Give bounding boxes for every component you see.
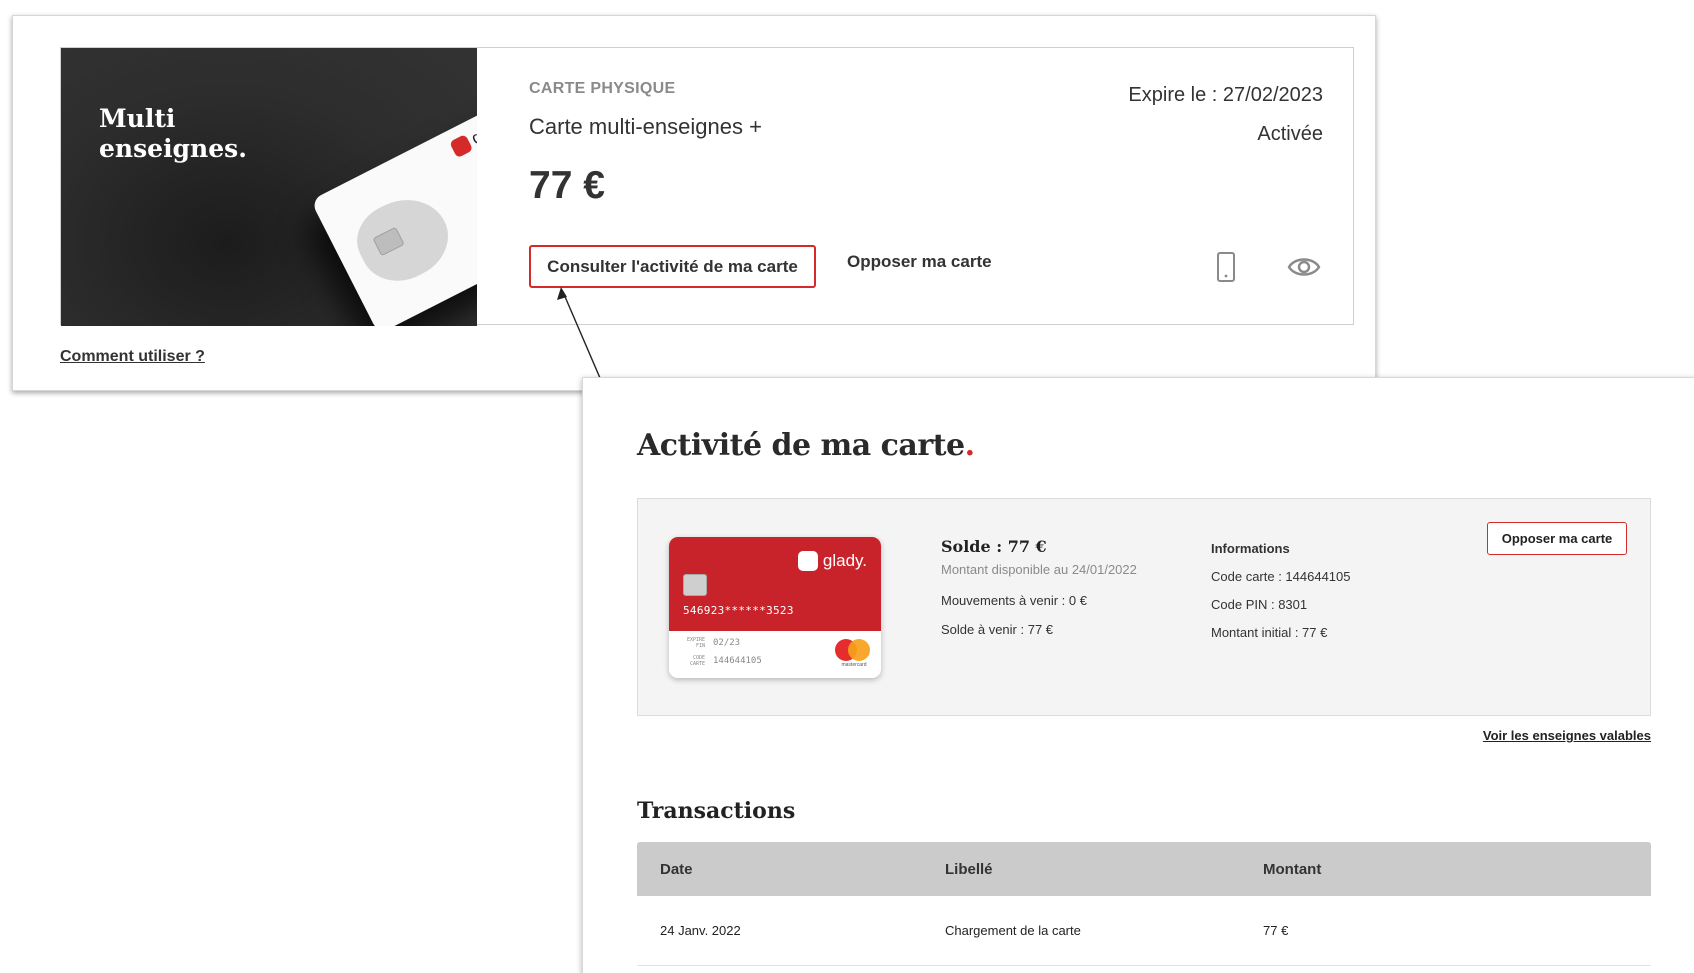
card-overview-panel: Multi enseignes. glady. CARTE PHYSIQUE C… [12,15,1376,391]
virtual-card: glady. 546923******3523 EXPIRE FIN 02/23… [669,537,881,678]
how-to-use-link[interactable]: Comment utiliser ? [60,348,205,366]
virtual-card-front: glady. 546923******3523 [669,537,881,631]
glady-logo: glady. [449,111,477,159]
card-code: Code carte : 144644105 [1211,569,1351,584]
card-amount: 77 € [529,164,605,207]
card-activity-panel: Activité de ma carte. glady. 546923*****… [582,377,1694,973]
eye-icon[interactable] [1287,252,1321,287]
upcoming-balance: Solde à venir : 77 € [941,622,1054,637]
phone-icon[interactable] [1215,251,1237,288]
balance-available: Montant disponible au 24/01/2022 [941,562,1137,577]
card-name: Carte multi-enseignes + [529,114,762,139]
activity-title-text: Activité de ma carte [637,428,965,463]
glady-logo: glady. [797,551,867,571]
promo-banner: Multi enseignes. glady. [61,48,477,326]
glady-logo-icon [797,551,818,571]
valid-stores-link[interactable]: Voir les enseignes valables [1483,728,1651,743]
promo-card-image: glady. [310,87,477,326]
table-row: 24 Janv. 2022 Chargement de la carte 77 … [637,896,1651,966]
initial-amount: Montant initial : 77 € [1211,625,1328,640]
informations-section: Informations Code carte : 144644105 Code… [1211,541,1351,640]
expire-value: 02/23 [713,638,741,648]
card-type-label: CARTE PHYSIQUE [529,80,676,97]
cell-amount: 77 € [1263,923,1289,938]
card-info-box: glady. 546923******3523 EXPIRE FIN 02/23… [637,498,1651,716]
transactions-title: Transactions [637,798,796,824]
transactions-table: Date Libellé Montant 24 Janv. 2022 Charg… [637,842,1651,966]
mastercard-logo-icon: mastercard [835,639,871,669]
upcoming-moves: Mouvements à venir : 0 € [941,593,1087,608]
promo-title-line1: Multi [99,104,176,133]
view-card-activity-button[interactable]: Consulter l'activité de ma carte [529,245,816,288]
card-expiry: Expire le : 27/02/2023 [1128,84,1323,106]
mastercard-text: mastercard [841,662,867,668]
balance-title: Solde : 77 € [941,537,1047,556]
column-header-date[interactable]: Date [660,842,693,896]
promo-title-line2: enseignes. [99,134,247,163]
column-header-label[interactable]: Libellé [945,842,993,896]
oppose-card-button[interactable]: Opposer ma carte [1487,522,1627,555]
oppose-card-button[interactable]: Opposer ma carte [847,252,992,272]
code-value: 144644105 [713,656,762,666]
chip-icon [683,574,707,596]
card-frame: Multi enseignes. glady. CARTE PHYSIQUE C… [60,47,1354,326]
activity-title-dot: . [964,428,975,463]
pin-code: Code PIN : 8301 [1211,597,1308,612]
cell-date: 24 Janv. 2022 [660,923,741,938]
balance-section: Solde : 77 € Montant disponible au 24/01… [941,537,1137,637]
glady-logo-icon [449,134,474,159]
virtual-card-details: EXPIRE FIN 02/23 CODE CARTE 144644105 ma… [669,631,881,678]
card-info: CARTE PHYSIQUE Carte multi-enseignes + 7… [501,48,1353,326]
card-status: Activée [1257,123,1323,145]
code-label: CODE CARTE [689,655,705,667]
cell-label: Chargement de la carte [945,923,1081,938]
promo-title: Multi enseignes. [99,104,299,164]
expire-label: EXPIRE FIN [686,637,705,649]
activity-title: Activité de ma carte. [637,428,975,463]
table-header: Date Libellé Montant [637,842,1651,896]
card-number: 546923******3523 [683,604,794,617]
column-header-amount[interactable]: Montant [1263,842,1321,896]
informations-title: Informations [1211,541,1290,556]
promo-card-blob [345,184,462,295]
glady-logo-text: glady. [822,551,867,570]
